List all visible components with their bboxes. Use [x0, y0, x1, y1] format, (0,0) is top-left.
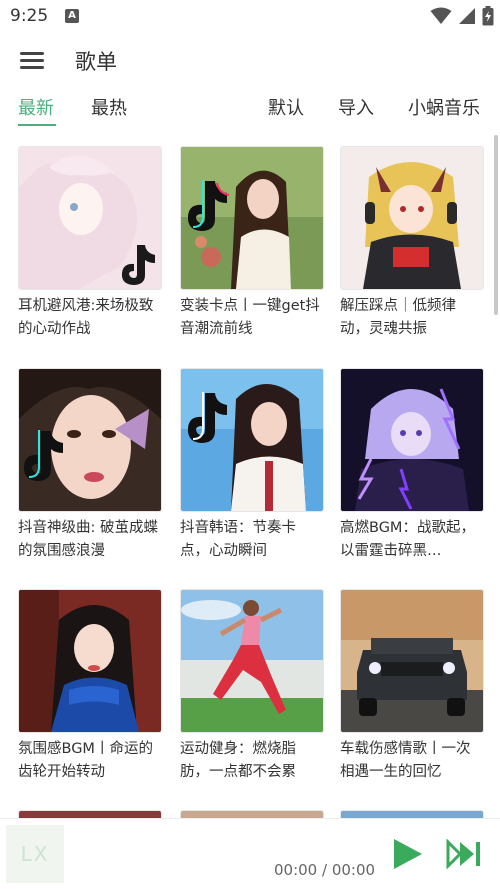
- playlist-card[interactable]: 解压踩点｜低频律动，灵魂共振: [340, 146, 484, 341]
- playlist-cover: [340, 146, 484, 290]
- page-title: 歌单: [75, 50, 117, 74]
- playlist-title: 氛围感BGM丨命运的齿轮开始转动: [18, 741, 153, 780]
- playlist-card[interactable]: 抖音韩语：节奏卡点，心动瞬间: [180, 368, 324, 563]
- playlist-card[interactable]: 耳机避风港:来场极致的心动作战: [18, 146, 162, 341]
- sort-default-button[interactable]: 默认: [268, 94, 304, 120]
- playlist-cover: [180, 146, 324, 290]
- playlist-title: 运动健身：燃烧脂肪，一点都不会累: [180, 741, 296, 780]
- playlist-cover: [180, 589, 324, 733]
- play-button[interactable]: [390, 837, 424, 871]
- source-select-button[interactable]: 小蜗音乐: [408, 94, 480, 120]
- playlist-card[interactable]: 变装卡点丨一键get抖音潮流前线: [180, 146, 324, 341]
- status-icons: [430, 6, 494, 26]
- playlist-card[interactable]: 车载伤感情歌丨一次相遇一生的回忆: [340, 589, 484, 784]
- playlist-title: 变装卡点丨一键get抖音潮流前线: [180, 298, 320, 337]
- skip-next-icon: [446, 838, 480, 870]
- wifi-icon: [430, 7, 452, 24]
- playlist-title: 高燃BGM：战歌起，以雷霆击碎黑…: [340, 520, 475, 559]
- playback-time: 00:00 / 00:00: [274, 861, 376, 879]
- playlist-cover: [18, 146, 162, 290]
- hamburger-menu-icon[interactable]: [20, 50, 44, 70]
- playlist-cover: [340, 368, 484, 512]
- signal-icon: [459, 8, 475, 24]
- playlist-title: 解压踩点｜低频律动，灵魂共振: [340, 298, 456, 337]
- playlist-title: 抖音神级曲: 破茧成蝶的氛围感浪漫: [18, 520, 158, 559]
- playlist-card[interactable]: 运动健身：燃烧脂肪，一点都不会累: [180, 589, 324, 784]
- playlist-cover: [340, 589, 484, 733]
- scrollbar[interactable]: [494, 135, 498, 315]
- playlist-title: 抖音韩语：节奏卡点，心动瞬间: [180, 520, 296, 559]
- play-icon: [394, 839, 422, 869]
- battery-icon: [482, 6, 494, 26]
- tab-active-indicator: [18, 124, 56, 126]
- playlist-title: 耳机避风港:来场极致的心动作战: [18, 298, 154, 337]
- playlist-cover: [180, 368, 324, 512]
- notification-a-icon: A: [65, 9, 79, 23]
- player-bar: LX 00:00 / 00:00: [0, 818, 500, 889]
- playlist-card[interactable]: 高燃BGM：战歌起，以雷霆击碎黑…: [340, 368, 484, 563]
- album-art-logo[interactable]: LX: [6, 825, 64, 883]
- playlist-title: 车载伤感情歌丨一次相遇一生的回忆: [340, 741, 471, 780]
- import-button[interactable]: 导入: [338, 94, 374, 120]
- status-time: 9:25: [10, 6, 49, 26]
- tab-bar: 最新 最热 默认 导入 小蜗音乐: [0, 94, 500, 128]
- playlist-cover: [18, 368, 162, 512]
- playlist-card[interactable]: 氛围感BGM丨命运的齿轮开始转动: [18, 589, 162, 784]
- tab-hottest[interactable]: 最热: [91, 94, 127, 120]
- next-button[interactable]: [446, 838, 482, 870]
- playlist-cover: [18, 589, 162, 733]
- tab-newest[interactable]: 最新: [18, 94, 54, 120]
- status-bar: 9:25 A: [0, 0, 500, 34]
- playlist-card[interactable]: 抖音神级曲: 破茧成蝶的氛围感浪漫: [18, 368, 162, 563]
- app-header: 歌单: [0, 34, 500, 88]
